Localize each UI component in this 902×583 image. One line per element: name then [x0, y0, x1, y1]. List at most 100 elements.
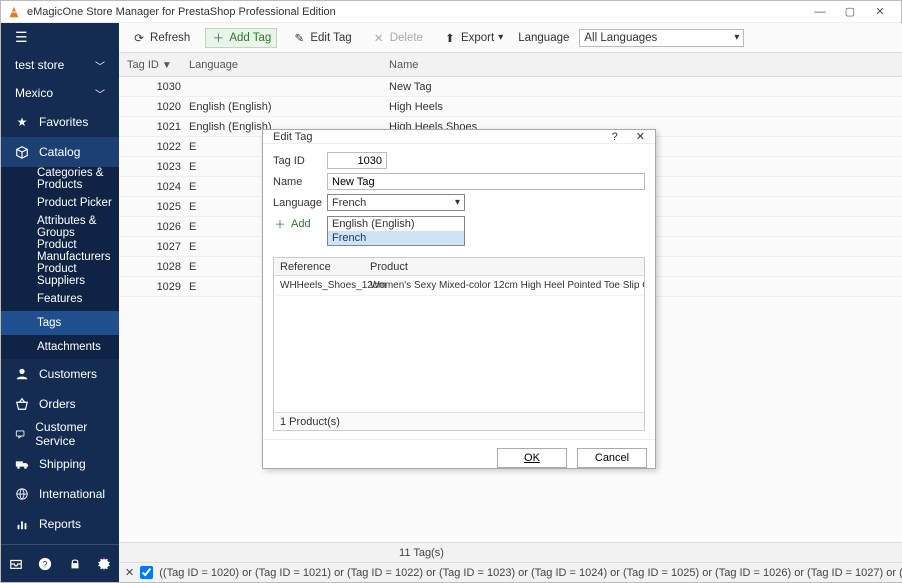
chevron-down-icon: ﹀	[95, 86, 105, 101]
col-tag-id[interactable]: Tag ID ▼	[119, 59, 189, 71]
maximize-button[interactable]: ▢	[835, 2, 865, 22]
dialog-titlebar: Edit Tag ? ✕	[263, 130, 655, 144]
dropdown-option-french[interactable]: French	[328, 231, 464, 245]
sidebar-item-tags[interactable]: Tags	[1, 311, 119, 335]
sidebar-item-orders[interactable]: Orders	[1, 389, 119, 419]
sidebar-item-features[interactable]: Features	[1, 287, 119, 311]
refresh-button[interactable]: ⟳ Refresh	[127, 29, 195, 47]
col-reference[interactable]: Reference	[274, 261, 366, 273]
cell-tag-id: 1025	[119, 201, 189, 213]
toolbar: ⟳ Refresh ＋Add Tag ✎ Edit Tag ✕Delete ⬆Exp…	[119, 23, 902, 53]
product-reference: WHHeels_Shoes_12cm	[274, 280, 366, 291]
col-name[interactable]: Name	[389, 59, 902, 71]
sidebar-item-product-picker[interactable]: Product Picker	[1, 191, 119, 215]
btn-label: Refresh	[150, 32, 190, 44]
store-selector[interactable]: test store ﹀	[1, 51, 119, 79]
chat-icon	[15, 427, 25, 441]
ok-button[interactable]: OK	[497, 448, 567, 468]
nav-label: Catalog	[39, 145, 80, 159]
cell-tag-id: 1028	[119, 261, 189, 273]
person-icon	[15, 367, 29, 381]
col-product[interactable]: Product	[366, 261, 644, 273]
sub-label: Tags	[37, 317, 61, 329]
name-label: Name	[273, 176, 321, 188]
sidebar-item-categories[interactable]: Categories & Products	[1, 167, 119, 191]
nav-label: Orders	[39, 397, 76, 411]
sidebar-item-manufacturers[interactable]: Product Manufacturers	[1, 239, 119, 263]
nav-label: Customers	[39, 367, 97, 381]
lock-icon[interactable]	[68, 557, 82, 571]
minimize-button[interactable]: —	[805, 2, 835, 22]
help-icon[interactable]: ?	[38, 557, 52, 571]
cell-tag-id: 1022	[119, 141, 189, 153]
sidebar-footer: ?	[1, 544, 119, 582]
cell-name: High Heels	[389, 101, 902, 113]
close-button[interactable]: ✕	[865, 2, 895, 22]
table-row[interactable]: 1030 New Tag	[119, 77, 902, 97]
product-footer: 1 Product(s)	[274, 412, 644, 430]
chart-icon	[15, 517, 29, 531]
status-bar-count: 11 Tag(s)	[119, 542, 902, 562]
sidebar-item-favorites[interactable]: ★ Favorites	[1, 107, 119, 137]
sub-label: Features	[37, 293, 82, 305]
export-icon: ⬆	[443, 31, 457, 45]
svg-text:?: ?	[43, 559, 48, 569]
pencil-icon: ✎	[292, 31, 306, 45]
cell-name: New Tag	[389, 81, 902, 93]
sidebar-item-customer-service[interactable]: Customer Service	[1, 419, 119, 449]
gear-icon[interactable]	[97, 557, 111, 571]
sidebar-item-customers[interactable]: Customers	[1, 359, 119, 389]
sub-label: Product Picker	[37, 197, 112, 209]
country-selector[interactable]: Mexico﹀	[1, 79, 119, 107]
store-name: test store	[15, 58, 64, 72]
tagid-label: Tag ID	[273, 155, 321, 167]
filter-close-icon[interactable]: ✕	[125, 566, 134, 579]
chevron-down-icon: ﹀	[95, 58, 105, 73]
nav-label: Customer Service	[35, 420, 105, 448]
product-count: 1 Product(s)	[280, 416, 340, 428]
tagid-input[interactable]	[327, 152, 387, 169]
refresh-icon: ⟳	[132, 31, 146, 45]
dialog-buttons: OK Cancel	[263, 439, 655, 476]
sidebar-item-attributes[interactable]: Attributes & Groups	[1, 215, 119, 239]
dialog-close-button[interactable]: ✕	[636, 130, 645, 143]
inbox-icon[interactable]	[9, 557, 23, 571]
add-tag-button[interactable]: ＋Add Tag	[205, 28, 277, 48]
star-icon: ★	[15, 115, 29, 129]
table-row[interactable]: 1020English (English)High Heels0	[119, 97, 902, 117]
language-select[interactable]: All Languages▾	[579, 29, 744, 47]
filter-checkbox[interactable]	[140, 566, 153, 579]
sidebar-item-catalog[interactable]: Catalog	[1, 137, 119, 167]
cancel-button[interactable]: Cancel	[577, 448, 647, 468]
box-icon	[15, 145, 29, 159]
cell-tag-id: 1030	[119, 81, 189, 93]
dialog-help-button[interactable]: ?	[612, 131, 618, 143]
sidebar-item-reports[interactable]: Reports	[1, 509, 119, 539]
sub-label: Product Suppliers	[37, 263, 119, 287]
sub-label: Product Manufacturers	[37, 239, 119, 263]
delete-button[interactable]: ✕Delete	[367, 29, 428, 47]
language-dropdown-list: English (English) French	[327, 216, 465, 246]
status-bar-filter: ✕ ((Tag ID = 1020) or (Tag ID = 1021) or…	[119, 562, 902, 582]
sidebar-item-suppliers[interactable]: Product Suppliers	[1, 263, 119, 287]
sidebar-item-shipping[interactable]: Shipping	[1, 449, 119, 479]
sidebar-item-international[interactable]: International	[1, 479, 119, 509]
sort-icon: ▼	[162, 60, 172, 71]
hamburger-menu[interactable]: ☰	[1, 23, 119, 51]
col-label: Tag ID	[127, 59, 159, 71]
dropdown-option-english[interactable]: English (English)	[328, 217, 464, 231]
language-label: Language	[273, 197, 321, 209]
col-language[interactable]: Language	[189, 59, 389, 71]
sidebar-item-attachments[interactable]: Attachments	[1, 335, 119, 359]
language-dropdown[interactable]: French▾	[327, 194, 465, 211]
btn-label: Edit Tag	[310, 32, 351, 44]
nav-label: Favorites	[39, 115, 88, 129]
export-button[interactable]: ⬆Export▾	[438, 29, 508, 47]
language-label: Language	[518, 32, 569, 44]
edit-tag-button[interactable]: ✎ Edit Tag	[287, 29, 356, 47]
name-input[interactable]	[327, 173, 645, 190]
nav-label: Reports	[39, 517, 81, 531]
btn-label: Delete	[390, 32, 423, 44]
product-row[interactable]: WHHeels_Shoes_12cm Women's Sexy Mixed-co…	[274, 276, 644, 296]
btn-label: Add Tag	[229, 32, 271, 44]
